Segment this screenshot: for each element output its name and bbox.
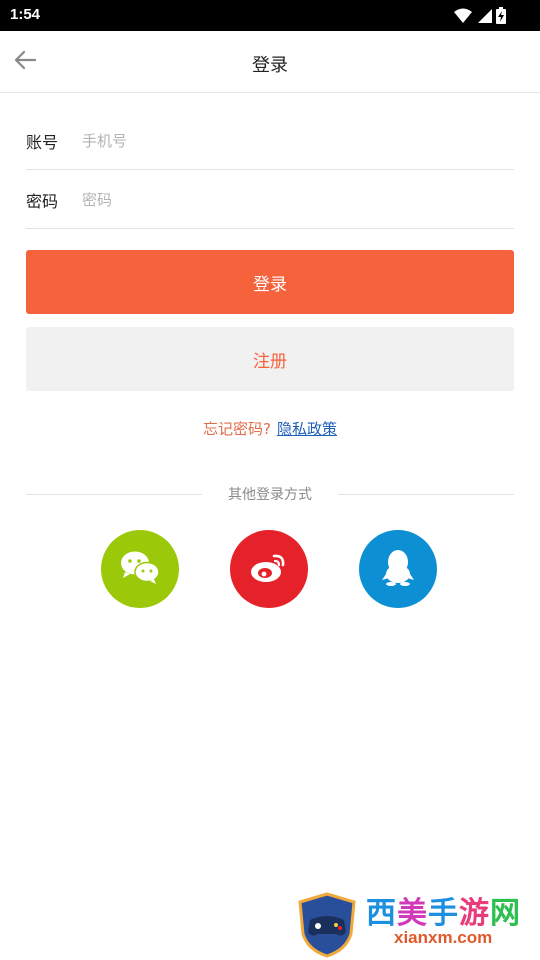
qq-login-button[interactable] [359, 530, 437, 608]
watermark-char-2: 美 [397, 897, 428, 930]
weibo-icon [249, 550, 289, 588]
watermark-char-3: 手 [428, 897, 459, 930]
qq-icon [381, 548, 415, 590]
watermark-char-5: 网 [490, 897, 521, 930]
status-bar: 1:54 [0, 0, 540, 31]
login-button[interactable]: 登录 [26, 250, 514, 314]
password-label: 密码 [26, 191, 59, 211]
password-input[interactable] [82, 190, 514, 209]
battery-charging-icon [496, 7, 506, 28]
account-label: 账号 [26, 132, 59, 152]
privacy-policy-link[interactable]: 隐私政策 [277, 420, 337, 438]
gamepad-shield-logo-icon [296, 892, 358, 960]
watermark: 西美手游网 xianxm.com [296, 888, 536, 960]
page-title: 登录 [252, 55, 288, 76]
weibo-login-button[interactable] [230, 530, 308, 608]
watermark-brand: 西美手游网 [366, 888, 521, 932]
forgot-password-link[interactable]: 忘记密码? [203, 420, 271, 438]
signal-icon [476, 8, 492, 28]
app-bar: 登录 [0, 31, 540, 93]
watermark-char-4: 游 [459, 897, 490, 930]
divider-line-left [26, 493, 202, 495]
wechat-icon [120, 550, 160, 588]
other-login-label: 其他登录方式 [228, 487, 312, 503]
other-login-divider: 其他登录方式 [26, 484, 514, 504]
divider-line-right [338, 493, 514, 495]
wechat-login-button[interactable] [101, 530, 179, 608]
account-input[interactable] [82, 131, 514, 150]
watermark-url: xianxm.com [394, 928, 493, 947]
auth-links: 忘记密码? 隐私政策 [0, 418, 540, 439]
password-field-row: 密码 [26, 171, 514, 229]
status-icons [454, 7, 506, 28]
account-field-row: 账号 [26, 112, 514, 170]
register-button[interactable]: 注册 [26, 327, 514, 391]
watermark-char-1: 西 [366, 897, 397, 930]
status-time: 1:54 [10, 6, 41, 23]
wifi-icon [454, 8, 472, 28]
